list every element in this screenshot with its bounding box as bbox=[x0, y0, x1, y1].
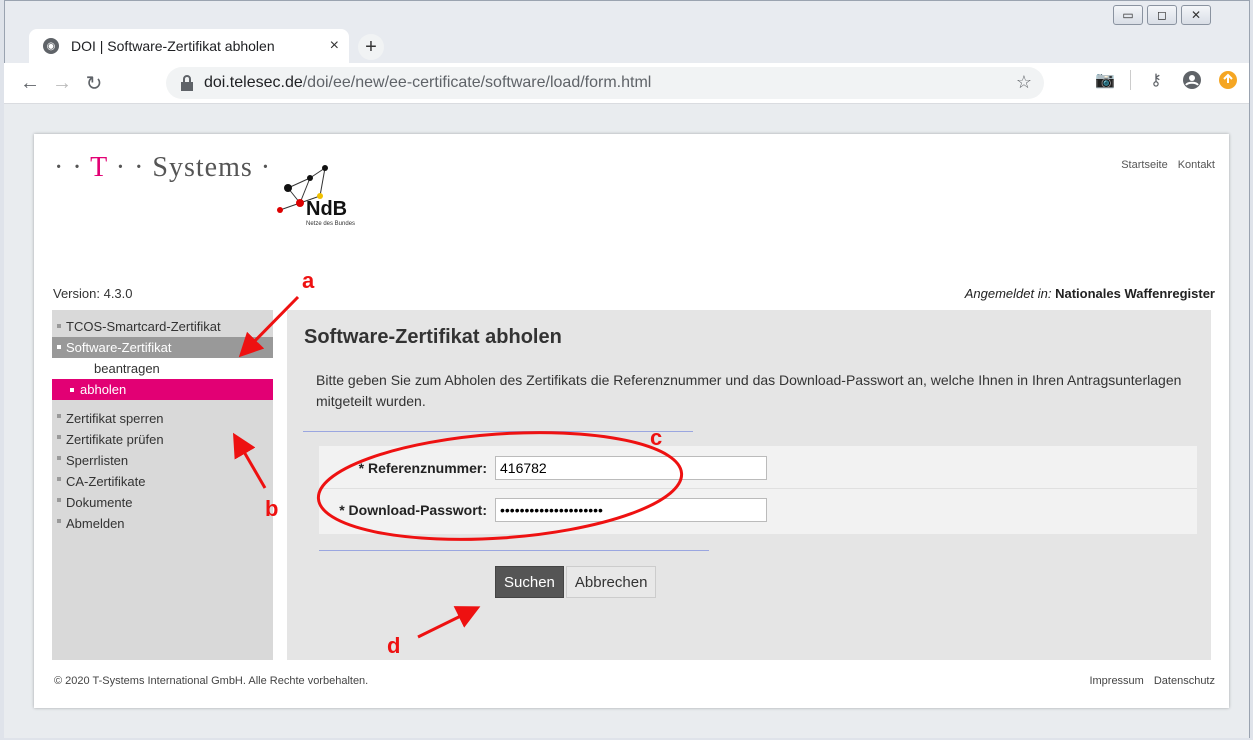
sidebar-item-beantragen[interactable]: beantragen bbox=[52, 358, 273, 379]
top-links: Startseite Kontakt bbox=[1121, 159, 1215, 171]
ndb-logo: NdB Netze des Bundes bbox=[277, 165, 355, 227]
sidebar-item-abholen[interactable]: abholen bbox=[52, 379, 273, 400]
annotation-label-a: a bbox=[302, 268, 315, 293]
forward-arrow-icon[interactable]: → bbox=[46, 67, 78, 99]
lock-icon bbox=[181, 75, 193, 91]
download-passwort-label: * Download-Passwort: bbox=[339, 502, 487, 518]
bookmark-star-icon[interactable]: ☆ bbox=[1016, 72, 1032, 93]
sidebar-item-sperren[interactable]: Zertifikat sperren bbox=[52, 408, 273, 429]
page-viewport: · · T · · Systems · NdB Netze des Bundes… bbox=[4, 104, 1249, 738]
window-controls: ▭ ◻ ✕ bbox=[1113, 5, 1211, 27]
link-impressum[interactable]: Impressum bbox=[1089, 675, 1143, 687]
annotation-label-c: c bbox=[650, 425, 663, 450]
close-window-button[interactable]: ✕ bbox=[1181, 5, 1211, 25]
browser-toolbar: ← → ↻ doi.telesec.de/doi/ee/new/ee-certi… bbox=[4, 63, 1249, 104]
page-title: Software-Zertifikat abholen bbox=[304, 326, 562, 348]
footer-links: Impressum Datenschutz bbox=[1089, 675, 1215, 687]
reload-icon[interactable]: ↻ bbox=[78, 67, 110, 99]
t-systems-logo[interactable]: · · T · · Systems · bbox=[54, 152, 271, 184]
sidebar-item-pruefen[interactable]: Zertifikate prüfen bbox=[52, 429, 273, 450]
sidebar-item-software-zertifikat[interactable]: Software-Zertifikat bbox=[52, 337, 273, 358]
annotation-label-b: b bbox=[265, 496, 279, 521]
annotation-label-d: d bbox=[387, 633, 401, 658]
profile-icon[interactable] bbox=[1181, 69, 1203, 91]
globe-icon: ◉ bbox=[43, 38, 59, 54]
login-info: Angemeldet in: Nationales Waffenregister bbox=[964, 286, 1215, 301]
browser-tab[interactable]: ◉ DOI | Software-Zertifikat abholen × bbox=[29, 29, 349, 63]
sidebar-item-abmelden[interactable]: Abmelden bbox=[52, 513, 273, 534]
form-buttons: Suchen Abbrechen bbox=[495, 566, 657, 598]
address-bar[interactable]: doi.telesec.de/doi/ee/new/ee-certificate… bbox=[166, 67, 1044, 99]
page-container: · · T · · Systems · NdB Netze des Bundes… bbox=[34, 134, 1229, 708]
version-label: Version: 4.3.0 bbox=[53, 286, 133, 301]
page-description: Bitte geben Sie zum Abholen des Zertifik… bbox=[316, 372, 1182, 409]
toolbar-divider bbox=[1130, 70, 1131, 90]
ndb-text: NdB bbox=[306, 198, 347, 220]
divider-bottom bbox=[319, 550, 709, 551]
referenznummer-input[interactable] bbox=[495, 456, 767, 480]
form-row-passwort: * Download-Passwort: bbox=[319, 490, 1197, 530]
ndb-subtext: Netze des Bundes bbox=[306, 221, 355, 227]
sidebar-item-sperrlisten[interactable]: Sperrlisten bbox=[52, 450, 273, 471]
sidebar-item-tcos[interactable]: TCOS-Smartcard-Zertifikat bbox=[52, 318, 273, 335]
new-tab-button[interactable]: + bbox=[358, 34, 384, 60]
search-button[interactable]: Suchen bbox=[495, 566, 564, 598]
url-text: doi.telesec.de/doi/ee/new/ee-certificate… bbox=[204, 74, 652, 91]
sidebar-nav: TCOS-Smartcard-Zertifikat Software-Zerti… bbox=[52, 310, 273, 660]
key-icon[interactable]: ⚷ bbox=[1145, 69, 1167, 91]
cancel-button[interactable]: Abbrechen bbox=[565, 566, 657, 598]
minimize-button[interactable]: ▭ bbox=[1113, 5, 1143, 25]
link-startseite[interactable]: Startseite bbox=[1121, 159, 1167, 171]
maximize-button[interactable]: ◻ bbox=[1147, 5, 1177, 25]
link-datenschutz[interactable]: Datenschutz bbox=[1154, 675, 1215, 687]
sidebar-item-ca-zertifikate[interactable]: CA-Zertifikate bbox=[52, 471, 273, 492]
toolbar-icons: 📷 ⚷ bbox=[1094, 69, 1239, 91]
camera-icon[interactable]: 📷 bbox=[1094, 69, 1116, 91]
main-content: Software-Zertifikat abholen Bitte geben … bbox=[287, 310, 1211, 660]
footer-copyright: © 2020 T-Systems International GmbH. All… bbox=[54, 675, 369, 687]
back-arrow-icon[interactable]: ← bbox=[14, 67, 46, 99]
download-passwort-input[interactable] bbox=[495, 498, 767, 522]
extension-icon[interactable] bbox=[1217, 69, 1239, 91]
sidebar-item-dokumente[interactable]: Dokumente bbox=[52, 492, 273, 513]
divider-top bbox=[303, 431, 693, 432]
form-row-divider bbox=[319, 488, 1197, 489]
close-tab-icon[interactable]: × bbox=[330, 37, 339, 55]
referenznummer-label: * Referenznummer: bbox=[358, 460, 487, 476]
form-box: * Referenznummer: * Download-Passwort: bbox=[319, 446, 1197, 534]
tab-title: DOI | Software-Zertifikat abholen bbox=[71, 38, 275, 54]
form-row-referenz: * Referenznummer: bbox=[319, 448, 1197, 488]
link-kontakt[interactable]: Kontakt bbox=[1178, 159, 1215, 171]
